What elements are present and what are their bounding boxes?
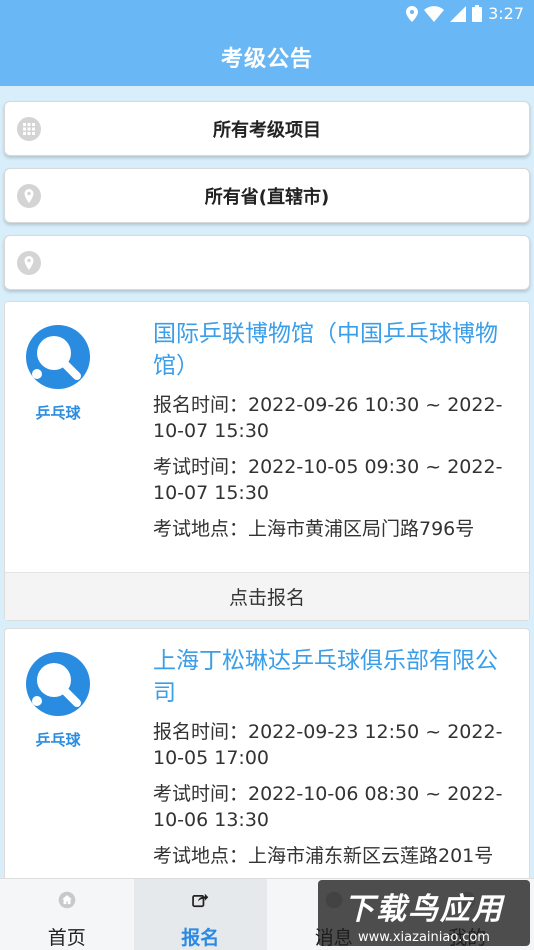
- pingpong-paddle-icon: [26, 652, 90, 716]
- share-icon: [192, 893, 209, 908]
- signup-time: 报名时间：2022-09-26 10:30 ~ 2022-10-07 15:30: [153, 394, 503, 442]
- filter-exam-category[interactable]: 所有考级项目: [4, 101, 530, 156]
- logo-text: 乒乓球: [35, 731, 81, 749]
- status-bar: 3:27: [0, 0, 534, 28]
- card-info: 上海丁松琳达乒乓球俱乐部有限公司 报名时间：2022-09-23 12:50 ~…: [153, 645, 515, 869]
- signup-time: 报名时间：2022-09-23 12:50 ~ 2022-10-05 17:00: [153, 721, 503, 769]
- pingpong-logo: 乒乓球: [23, 322, 93, 422]
- nav-signup-label: 报名: [181, 927, 220, 949]
- nav-signup[interactable]: 报名: [133, 879, 267, 950]
- card-info: 国际乒联博物馆（中国乒乓球博物馆） 报名时间：2022-09-26 10:30 …: [153, 318, 515, 542]
- exam-time: 考试时间：2022-10-05 09:30 ~ 2022-10-07 15:30: [153, 456, 503, 504]
- filter-city[interactable]: [4, 235, 530, 290]
- nav-home-label: 首页: [47, 927, 86, 949]
- filter-province[interactable]: 所有省(直辖市): [4, 168, 530, 223]
- status-time: 3:27: [488, 4, 524, 23]
- status-icons: 3:27: [406, 4, 524, 23]
- home-icon: [58, 891, 76, 909]
- card-title[interactable]: 国际乒联博物馆（中国乒乓球博物馆）: [153, 318, 515, 382]
- logo-text: 乒乓球: [35, 404, 81, 422]
- nav-home[interactable]: 首页: [0, 879, 134, 950]
- exam-card[interactable]: 乒乓球 上海丁松琳达乒乓球俱乐部有限公司 报名时间：2022-09-23 12:…: [4, 628, 530, 888]
- pingpong-logo: 乒乓球: [23, 649, 93, 749]
- app-header: 考级公告: [0, 28, 534, 86]
- watermark-logo: 下载鸟应用 www.xiazainiao.com: [318, 880, 530, 946]
- signal-icon: [450, 5, 467, 22]
- card-title[interactable]: 上海丁松琳达乒乓球俱乐部有限公司: [153, 645, 515, 709]
- exam-location: 考试地点：上海市黄浦区局门路796号: [153, 518, 475, 540]
- watermark-url: www.xiazainiao.com: [358, 930, 490, 945]
- page-title: 考级公告: [220, 47, 313, 72]
- exam-time: 考试时间：2022-10-06 08:30 ~ 2022-10-06 13:30: [153, 783, 503, 831]
- wifi-icon: [424, 5, 445, 22]
- exam-card[interactable]: 乒乓球 国际乒联博物馆（中国乒乓球博物馆） 报名时间：2022-09-26 10…: [4, 301, 530, 621]
- location-status-icon: [406, 5, 419, 22]
- filter-exam-category-label: 所有考级项目: [213, 119, 321, 141]
- location-pin-icon: [17, 184, 41, 208]
- exam-location: 考试地点：上海市浦东新区云莲路201号: [153, 845, 494, 867]
- watermark-main-text: 下载鸟应用: [344, 892, 504, 927]
- grid-icon: [17, 117, 41, 141]
- pingpong-paddle-icon: [26, 325, 90, 389]
- filter-province-label: 所有省(直辖市): [204, 186, 330, 208]
- signup-button[interactable]: 点击报名: [5, 572, 529, 620]
- battery-icon: [472, 5, 483, 22]
- location-pin-icon: [17, 251, 41, 275]
